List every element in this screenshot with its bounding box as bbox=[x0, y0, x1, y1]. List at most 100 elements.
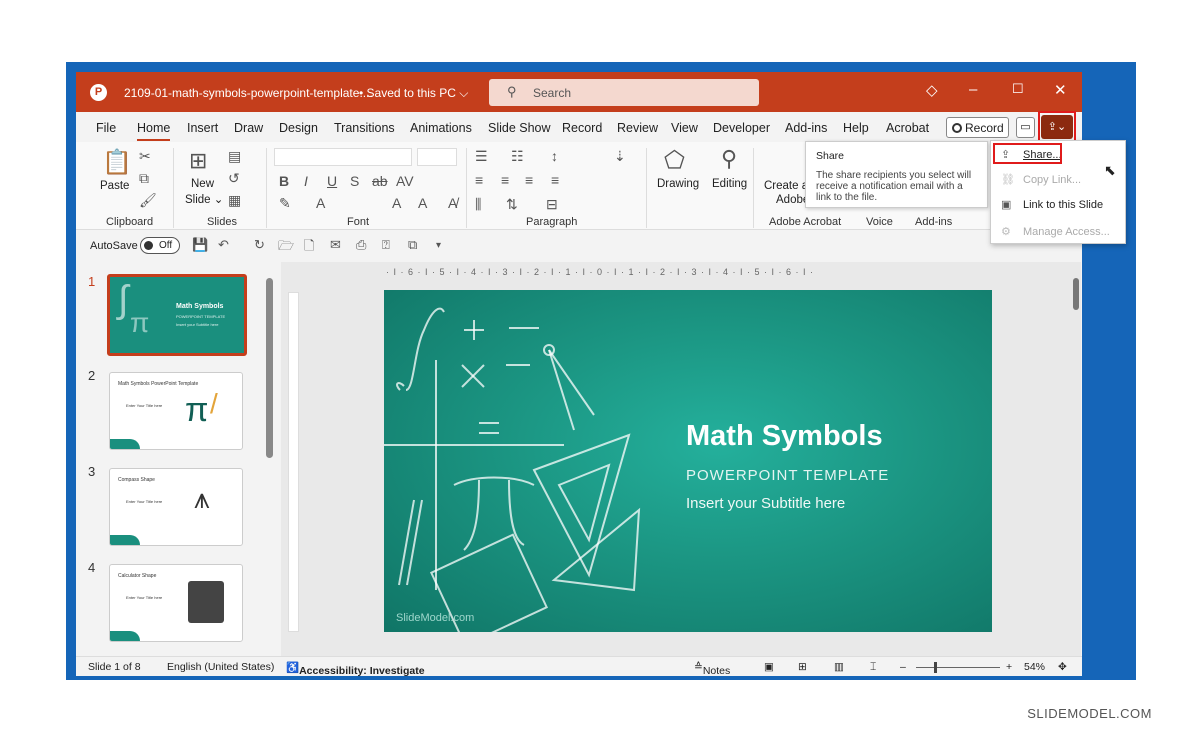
record-button[interactable]: Record bbox=[946, 117, 1009, 138]
tab-acrobat[interactable]: Acrobat bbox=[886, 121, 929, 135]
tab-insert[interactable]: Insert bbox=[187, 121, 218, 135]
shadow-icon[interactable]: S bbox=[350, 173, 359, 189]
tab-home[interactable]: Home bbox=[137, 121, 171, 141]
tab-record[interactable]: Record bbox=[562, 121, 602, 135]
underline-icon[interactable]: U bbox=[327, 173, 337, 189]
justify-icon[interactable]: ≡ bbox=[551, 172, 559, 188]
slideshow-icon[interactable]: ⌶ bbox=[870, 661, 876, 674]
zoom-out-icon[interactable]: – bbox=[900, 661, 906, 673]
publish-icon[interactable]: ⎙ bbox=[356, 237, 366, 253]
close-icon[interactable]: ✕ bbox=[1054, 81, 1067, 99]
customize-toolbar-icon[interactable]: ▾ bbox=[436, 240, 441, 251]
tab-add-ins[interactable]: Add-ins bbox=[785, 121, 827, 135]
section-icon[interactable]: ▦ bbox=[228, 192, 241, 209]
maximize-icon[interactable]: ☐ bbox=[1012, 81, 1024, 97]
editing-icon[interactable]: ⚲ bbox=[721, 146, 737, 172]
saved-status[interactable]: • Saved to this PC ⌵ bbox=[359, 86, 468, 101]
notes-button[interactable]: ≙ Notes bbox=[694, 661, 730, 676]
tab-transitions[interactable]: Transitions bbox=[334, 121, 395, 135]
accessibility-status[interactable]: ♿ Accessibility: Investigate bbox=[286, 661, 425, 676]
open-icon[interactable]: 🗁 bbox=[278, 237, 294, 259]
comments-icon[interactable]: ▭ bbox=[1016, 117, 1035, 138]
tab-view[interactable]: View bbox=[671, 121, 698, 135]
thumbnail-slide-1[interactable]: Math Symbols POWERPOINT TEMPLATE Insert … bbox=[107, 274, 247, 356]
copy-icon[interactable]: ⧉ bbox=[139, 170, 149, 187]
drawing-button[interactable]: Drawing bbox=[657, 178, 699, 190]
strikethrough-icon[interactable]: ab bbox=[372, 173, 388, 189]
mouse-cursor-icon: ⬉ bbox=[1104, 162, 1116, 178]
bullets-icon[interactable]: ☰ bbox=[475, 148, 488, 165]
reset-icon[interactable]: ↺ bbox=[228, 170, 240, 187]
new-slide-dropdown[interactable]: Slide ⌄ bbox=[185, 192, 223, 206]
paste-icon[interactable]: 📋 bbox=[102, 148, 132, 177]
email-icon[interactable]: ✉ bbox=[330, 237, 341, 253]
diamond-icon[interactable]: ◇ bbox=[926, 81, 938, 99]
undo-icon[interactable]: ↶ bbox=[218, 237, 229, 253]
editor-scrollbar[interactable] bbox=[1071, 270, 1081, 640]
tab-design[interactable]: Design bbox=[279, 121, 318, 135]
layout-icon[interactable]: ▤ bbox=[228, 148, 241, 165]
thumbnail-slide-2[interactable]: Math Symbols PowerPoint Template Enter Y… bbox=[109, 372, 243, 450]
convert-smartart-icon[interactable]: ⇣ bbox=[614, 148, 626, 165]
tab-help[interactable]: Help bbox=[843, 121, 869, 135]
font-family-select[interactable] bbox=[274, 148, 412, 166]
zoom-slider[interactable] bbox=[916, 667, 1000, 668]
char-spacing-icon[interactable]: AV bbox=[396, 173, 414, 189]
search-box[interactable]: ⚲ Search bbox=[489, 79, 759, 106]
paste-button[interactable]: Paste bbox=[100, 180, 129, 192]
slide-sorter-icon[interactable]: ⊞ bbox=[798, 661, 807, 673]
clear-format-icon[interactable]: A̸ bbox=[448, 195, 457, 211]
new-file-icon[interactable]: 🗋 bbox=[304, 237, 314, 259]
font-size-select[interactable] bbox=[417, 148, 457, 166]
normal-view-icon[interactable]: ▣ bbox=[764, 661, 774, 673]
zoom-in-icon[interactable]: + bbox=[1006, 661, 1012, 673]
group-adobe-acrobat: Adobe Acrobat bbox=[769, 216, 842, 228]
zoom-slider-handle[interactable] bbox=[934, 662, 937, 673]
align-center-icon[interactable]: ≡ bbox=[501, 172, 509, 188]
columns-icon[interactable]: ⫼ bbox=[475, 196, 481, 213]
italic-icon[interactable]: I bbox=[304, 173, 308, 189]
line-spacing-icon[interactable]: ↕ bbox=[551, 148, 558, 164]
autosave-toggle[interactable]: Off bbox=[140, 237, 180, 254]
create-pdf-button[interactable]: Create a bbox=[764, 180, 808, 192]
reading-view-icon[interactable]: ▥ bbox=[834, 661, 844, 673]
new-slide-icon[interactable]: ⊞ bbox=[189, 148, 207, 174]
thumbnail-slide-3[interactable]: Compass Shape Enter Your Title here ⩚ bbox=[109, 468, 243, 546]
text-direction-icon[interactable]: ⇅ bbox=[506, 196, 518, 213]
present-icon[interactable]: ⍰ bbox=[382, 237, 390, 253]
thumbnails-scrollbar[interactable] bbox=[266, 268, 273, 653]
format-painter-icon[interactable]: 🖌 bbox=[139, 192, 157, 209]
tab-draw[interactable]: Draw bbox=[234, 121, 263, 135]
slide-canvas[interactable]: Math Symbols POWERPOINT TEMPLATE Insert … bbox=[384, 290, 992, 632]
fit-to-window-icon[interactable]: ✥ bbox=[1058, 661, 1067, 673]
drawing-icon[interactable]: ⬠ bbox=[664, 146, 685, 175]
tab-review[interactable]: Review bbox=[617, 121, 658, 135]
tab-developer[interactable]: Developer bbox=[713, 121, 770, 135]
slide-tagline[interactable]: Insert your Subtitle here bbox=[686, 495, 845, 512]
tab-file[interactable]: File bbox=[96, 121, 116, 135]
tab-animations[interactable]: Animations bbox=[410, 121, 472, 135]
zoom-level[interactable]: 54% bbox=[1024, 661, 1045, 673]
thumbnail-slide-4[interactable]: Calculator Shape Enter Your Title here bbox=[109, 564, 243, 642]
increase-font-icon[interactable]: A bbox=[392, 195, 401, 211]
font-color-icon[interactable]: A bbox=[316, 195, 325, 211]
minimize-icon[interactable]: – bbox=[969, 81, 977, 98]
editing-button[interactable]: Editing bbox=[712, 178, 747, 190]
cut-icon[interactable]: ✂ bbox=[139, 148, 151, 165]
bold-icon[interactable]: B bbox=[279, 173, 289, 189]
arrange-icon[interactable]: ⧉ bbox=[408, 237, 417, 253]
slide-subtitle[interactable]: POWERPOINT TEMPLATE bbox=[686, 467, 889, 484]
language[interactable]: English (United States) bbox=[167, 661, 274, 673]
highlight-icon[interactable]: ✎ bbox=[279, 195, 291, 212]
new-slide-label[interactable]: New bbox=[191, 178, 214, 190]
save-icon[interactable]: 💾 bbox=[192, 237, 208, 253]
decrease-font-icon[interactable]: A bbox=[418, 195, 427, 211]
align-text-icon[interactable]: ⊟ bbox=[546, 196, 558, 213]
redo-icon[interactable]: ↻ bbox=[254, 237, 265, 253]
align-right-icon[interactable]: ≡ bbox=[525, 172, 533, 188]
numbering-icon[interactable]: ☷ bbox=[511, 148, 524, 165]
tab-slide-show[interactable]: Slide Show bbox=[488, 121, 551, 135]
menu-item-link-to-slide[interactable]: ▣ Link to this Slide bbox=[1001, 198, 1103, 211]
slide-title[interactable]: Math Symbols bbox=[686, 420, 883, 453]
align-left-icon[interactable]: ≡ bbox=[475, 172, 483, 188]
